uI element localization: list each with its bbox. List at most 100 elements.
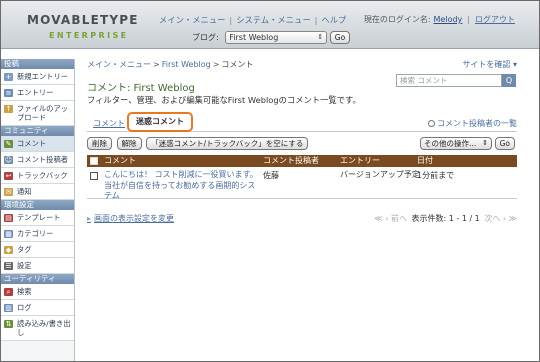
row-checkbox[interactable] — [90, 172, 98, 180]
not-spam-button[interactable]: 解除 — [116, 137, 142, 150]
delete-button[interactable]: 削除 — [87, 137, 112, 150]
logout-link[interactable]: ログアウト — [475, 15, 515, 24]
more-actions-select[interactable]: その他の操作... ⇕ — [420, 137, 493, 150]
new-entry-icon: + — [4, 73, 13, 81]
nav-system-menu[interactable]: システム・メニュー — [236, 15, 310, 25]
main-content: メイン・メニュー > First Weblog > コメント サイトを確認 ▾ 検索 コ… — [87, 59, 517, 354]
blog-label: ブログ: — [192, 33, 219, 42]
pager-prev[interactable]: ≪ ‹ 前へ — [374, 214, 407, 223]
nav-help[interactable]: ヘルプ — [321, 15, 346, 25]
sidebar-section-title: 投稿 — [1, 59, 74, 69]
sidebar-item-settings[interactable]: ☰ 設定 — [1, 258, 74, 274]
table-header: コメント コメント投稿者 エントリー 日付 — [87, 155, 517, 167]
commenters-icon: ☺ — [4, 156, 13, 164]
top-navigation: メイン・メニュー | システム・メニュー | ヘルプ — [159, 15, 347, 25]
site-confirm-link[interactable]: サイトを確認 ▾ — [462, 59, 517, 70]
entries-icon: ≡ — [4, 89, 13, 97]
sidebar-item-label: エントリー — [17, 88, 54, 97]
comment-author[interactable]: 佐藤 — [263, 170, 279, 181]
sidebar-item-label: 新規エントリー — [17, 72, 69, 81]
blog-go-button[interactable]: Go — [329, 31, 351, 44]
breadcrumb-blog[interactable]: First Weblog — [162, 60, 211, 69]
sidebar-item-search[interactable]: ⌕ 検索 — [1, 284, 74, 300]
sidebar-item-label: テンプレート — [17, 213, 61, 222]
pager-next[interactable]: 次へ › ≫ — [484, 214, 517, 223]
expand-arrow-icon: ▸ — [87, 214, 92, 223]
import-export-icon: ⇅ — [4, 320, 13, 328]
column-entry[interactable]: エントリー — [340, 155, 380, 167]
search-icon[interactable]: Q — [502, 74, 516, 87]
sidebar-item-label: 設定 — [17, 261, 32, 270]
comment-text-link[interactable]: こんにちは！ コスト削減に一役買います。当社が自信を持ってお勧めする画期的システ… — [104, 170, 262, 202]
sidebar-item-upload[interactable]: ↑ ファイルのアップロード — [1, 101, 74, 126]
commenters-icon — [428, 120, 435, 127]
sidebar-item-template[interactable]: ▤ テンプレート — [1, 210, 74, 226]
sidebar-item-comment[interactable]: ✎ コメント — [1, 136, 74, 152]
commenters-list-link[interactable]: コメント投稿者の一覧 — [428, 118, 517, 129]
pager-count: 表示件数: 1 - 1 / 1 — [411, 214, 480, 223]
search-icon: ⌕ — [4, 288, 13, 296]
sidebar-item-label: コメント投稿者 — [17, 155, 69, 164]
category-icon: ▦ — [4, 230, 13, 238]
sidebar-section-title: 環境設定 — [1, 200, 74, 210]
sidebar-item-label: トラックバック — [17, 171, 68, 180]
sidebar-item-trackback[interactable]: ↩ トラックバック — [1, 168, 74, 184]
breadcrumb-current: コメント — [221, 60, 254, 69]
select-all-checkbox[interactable] — [90, 157, 98, 165]
breadcrumb: メイン・メニュー > First Weblog > コメント — [87, 60, 254, 69]
sidebar-item-label: タグ — [17, 245, 32, 254]
sidebar-section-title: コミュニティ — [1, 126, 74, 136]
breadcrumb-main-menu[interactable]: メイン・メニュー — [87, 60, 151, 69]
trackback-icon: ↩ — [4, 172, 13, 180]
blog-select[interactable]: First Weblog ⇕ — [225, 31, 328, 44]
sidebar-item-label: ログ — [17, 303, 32, 312]
tab-comments[interactable]: コメント — [93, 118, 125, 129]
nav-main-menu[interactable]: メイン・メニュー — [159, 15, 225, 25]
login-label: 現在のログイン名: — [363, 15, 431, 24]
sidebar-item-label: 読み込み/書き出し — [17, 319, 71, 337]
movable-type-logo[interactable]: MOVABLETYPE ENTERPRISE — [27, 13, 145, 45]
search-input[interactable]: 検索 コメント — [396, 74, 502, 87]
sidebar-item-category[interactable]: ▦ カテゴリー — [1, 226, 74, 242]
table-row: こんにちは！ コスト削減に一役買います。当社が自信を持ってお勧めする画期的システ… — [87, 167, 517, 202]
sidebar-item-commenters[interactable]: ☺ コメント投稿者 — [1, 152, 74, 168]
empty-spam-button[interactable]: 「迷惑コメント/トラックバック」を空にする — [146, 137, 309, 150]
sidebar-item-entries[interactable]: ≡ エントリー — [1, 85, 74, 101]
sidebar-item-label: 通知 — [17, 187, 32, 196]
blog-selector: ブログ: First Weblog ⇕ Go — [192, 31, 351, 44]
tab-spam-comments[interactable]: 迷惑コメント — [127, 112, 193, 132]
sidebar-item-tag[interactable]: ◆ タグ — [1, 242, 74, 258]
sidebar-item-notification[interactable]: ✉ 通知 — [1, 184, 74, 200]
login-info: 現在のログイン名: Melody | ログアウト — [363, 15, 515, 24]
comments-table: コメント コメント投稿者 エントリー 日付 こんにちは！ コスト削減に一役買いま… — [87, 155, 517, 202]
sidebar-item-label: 検索 — [17, 287, 32, 296]
search-box: 検索 コメント Q — [396, 74, 516, 87]
sidebar-item-label: カテゴリー — [17, 229, 54, 238]
more-actions-go-button[interactable]: Go — [494, 137, 515, 150]
action-bar: 削除 解除 「迷惑コメント/トラックバック」を空にする その他の操作... ⇕ G… — [87, 137, 517, 153]
page-subtitle: フィルター、管理、および編集可能なFirst Weblogのコメント一覧です。 — [87, 95, 361, 105]
column-comment[interactable]: コメント — [104, 155, 136, 167]
template-icon: ▤ — [4, 214, 13, 222]
sidebar-item-label: コメント — [17, 139, 47, 148]
settings-icon: ☰ — [4, 262, 13, 270]
column-date[interactable]: 日付 — [417, 155, 433, 167]
tag-icon: ◆ — [4, 246, 13, 254]
app-header: MOVABLETYPE ENTERPRISE メイン・メニュー | システム・メニュ… — [1, 1, 539, 49]
comment-entry[interactable]: バージョンアップ予定 — [340, 170, 420, 181]
login-user-link[interactable]: Melody — [434, 15, 463, 24]
logo-sub-text: ENTERPRISE — [49, 31, 129, 40]
sidebar-item-new-entry[interactable]: + 新規エントリー — [1, 69, 74, 85]
upload-icon: ↑ — [4, 105, 13, 113]
column-author[interactable]: コメント投稿者 — [263, 155, 319, 167]
comment-icon: ✎ — [4, 140, 13, 148]
sidebar-item-label: ファイルのアップロード — [17, 104, 69, 122]
display-settings-link[interactable]: ▸ 画面の表示設定を変更 — [87, 213, 174, 224]
list-footer: ▸ 画面の表示設定を変更 ≪ ‹ 前へ 表示件数: 1 - 1 / 1 次へ › … — [87, 213, 517, 225]
sidebar-section-title: ユーティリティ — [1, 274, 74, 284]
pager: ≪ ‹ 前へ 表示件数: 1 - 1 / 1 次へ › ≫ — [374, 213, 517, 224]
tab-bar: コメント 迷惑コメント コメント投稿者の一覧 — [87, 112, 517, 132]
comment-date: 1分前まで — [417, 171, 455, 180]
sidebar-item-import-export[interactable]: ⇅ 読み込み/書き出し — [1, 316, 74, 341]
sidebar-item-log[interactable]: ▥ ログ — [1, 300, 74, 316]
